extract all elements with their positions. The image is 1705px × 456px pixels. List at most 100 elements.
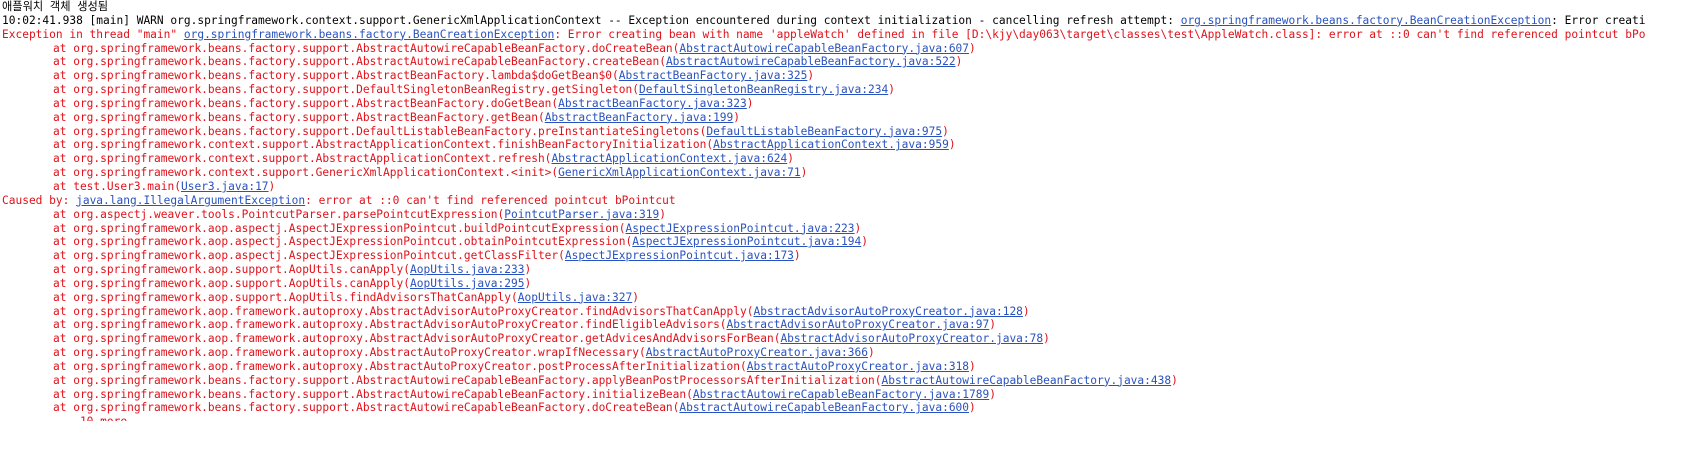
console-text: ) (989, 318, 996, 332)
console-text: ) (942, 124, 949, 138)
console-text: ) (969, 401, 976, 415)
console-text: at org.springframework.aop.framework.aut… (53, 304, 754, 318)
console-text: at org.springframework.beans.factory.sup… (53, 55, 666, 69)
stack-trace-link[interactable]: AbstractAdvisorAutoProxyCreator.java:78 (780, 332, 1043, 345)
console-text: ) (955, 55, 963, 69)
stack-trace-link[interactable]: AopUtils.java:295 (410, 277, 525, 290)
console-stderr-line: at org.springframework.aop.aspectj.Aspec… (2, 222, 1705, 236)
stack-trace-link[interactable]: GenericXmlApplicationContext.java:71 (558, 166, 800, 179)
console-text: at org.springframework.context.support.A… (53, 138, 714, 152)
console-text: ) (1022, 304, 1030, 318)
console-text: : Error creati (1551, 13, 1646, 27)
stack-trace-link[interactable]: AspectJExpressionPointcut.java:173 (565, 249, 794, 262)
console-text: at org.springframework.aop.aspectj.Aspec… (53, 235, 633, 249)
stack-trace-link[interactable]: AbstractApplicationContext.java:959 (713, 138, 949, 151)
console-text: ) (888, 83, 895, 97)
console-text: at org.springframework.aop.support.AopUt… (53, 263, 410, 277)
console-text: ) (787, 152, 794, 166)
console-stderr-line: at org.springframework.beans.factory.sup… (2, 388, 1705, 402)
console-stderr-line: at org.springframework.beans.factory.sup… (2, 401, 1705, 415)
console-text: at org.springframework.aop.framework.aut… (53, 318, 727, 332)
console-text: ) (969, 359, 976, 373)
stack-trace-link[interactable]: AspectJExpressionPointcut.java:223 (626, 222, 855, 235)
console-text: ) (1043, 332, 1050, 346)
console-text: ) (861, 235, 869, 249)
console-text: ) (807, 69, 815, 83)
console-stderr-line: at org.springframework.context.support.G… (2, 166, 1705, 180)
console-text: at org.springframework.beans.factory.sup… (53, 373, 882, 387)
console-stderr-line: at org.springframework.beans.factory.sup… (2, 97, 1705, 111)
console-text: ) (793, 249, 801, 263)
stack-trace-link[interactable]: AbstractBeanFactory.java:325 (619, 69, 808, 82)
console-stderr-line: at org.springframework.aop.framework.aut… (2, 305, 1705, 319)
console-text: at org.springframework.aop.framework.aut… (53, 359, 747, 373)
console-stderr-line: at org.aspectj.weaver.tools.PointcutPars… (2, 208, 1705, 222)
stack-trace-link[interactable]: org.springframework.beans.factory.BeanCr… (184, 28, 554, 41)
stack-trace-link[interactable]: DefaultListableBeanFactory.java:975 (706, 125, 942, 138)
console-text: at test.User3.main( (53, 179, 181, 193)
stack-trace-link[interactable]: AbstractAutowireCapableBeanFactory.java:… (693, 388, 989, 401)
console-stderr-line: at org.springframework.beans.factory.sup… (2, 83, 1705, 97)
stack-trace-link[interactable]: AopUtils.java:233 (410, 263, 525, 276)
console-text: : Error creating bean with name 'appleWa… (554, 27, 1646, 41)
console-stderr-line: at org.springframework.beans.factory.sup… (2, 374, 1705, 388)
stack-trace-link[interactable]: AbstractAdvisorAutoProxyCreator.java:97 (727, 318, 990, 331)
console-stderr-line: at org.springframework.aop.aspectj.Aspec… (2, 249, 1705, 263)
console-text: at org.springframework.aop.framework.aut… (53, 332, 781, 346)
console-text: at org.springframework.beans.factory.sup… (53, 96, 559, 110)
console-text: ) (969, 41, 976, 55)
console-text: 애플워치 객체 생성됨 (2, 0, 109, 13)
stack-trace-link[interactable]: AbstractAutoProxyCreator.java:318 (747, 360, 969, 373)
console-text: ... 10 more (53, 415, 127, 421)
stack-trace-link[interactable]: DefaultSingletonBeanRegistry.java:234 (639, 83, 888, 96)
stack-trace-link[interactable]: AbstractAutowireCapableBeanFactory.java:… (679, 42, 969, 55)
console-stdout-line: 10:02:41.938 [main] WARN org.springframe… (2, 14, 1705, 28)
console-stderr-line: at org.springframework.beans.factory.sup… (2, 55, 1705, 69)
console-text: ) (268, 179, 276, 193)
stack-trace-link[interactable]: AopUtils.java:327 (518, 291, 633, 304)
stack-trace-link[interactable]: AbstractAutowireCapableBeanFactory.java:… (666, 55, 956, 68)
stack-trace-link[interactable]: AbstractApplicationContext.java:624 (551, 152, 787, 165)
console-text: at org.springframework.beans.factory.sup… (53, 41, 680, 55)
console-text: Exception in thread "main" (2, 27, 184, 41)
console-text: at org.aspectj.weaver.tools.PointcutPars… (53, 207, 505, 221)
console-text: ) (746, 96, 754, 110)
console-text: at org.springframework.beans.factory.sup… (53, 69, 619, 83)
console-stderr-line: at org.springframework.context.support.A… (2, 138, 1705, 152)
stack-trace-link[interactable]: AspectJExpressionPointcut.java:194 (632, 235, 861, 248)
console-text: ) (659, 207, 666, 221)
console-text: at org.springframework.aop.support.AopUt… (53, 276, 410, 290)
console-text: at org.springframework.beans.factory.sup… (53, 83, 639, 97)
stack-trace-link[interactable]: PointcutParser.java:319 (504, 208, 659, 221)
console-stderr-line: at org.springframework.aop.framework.aut… (2, 318, 1705, 332)
console-stderr-line: at org.springframework.context.support.A… (2, 152, 1705, 166)
console-stderr-line: ... 10 more (2, 415, 1705, 421)
console-stderr-line: at org.springframework.aop.framework.aut… (2, 346, 1705, 360)
stack-trace-link[interactable]: AbstractBeanFactory.java:323 (558, 97, 747, 110)
console-text: ) (1171, 373, 1178, 387)
console-text: ) (733, 110, 741, 124)
console-stderr-line: at org.springframework.beans.factory.sup… (2, 111, 1705, 125)
console-stderr-line: at org.springframework.beans.factory.sup… (2, 69, 1705, 83)
console-stderr-line: Exception in thread "main" org.springfra… (2, 28, 1705, 42)
console-output[interactable]: 애플워치 객체 생성됨 10:02:41.938 [main] WARN org.… (2, 0, 1705, 456)
console-text: at org.springframework.aop.aspectj.Aspec… (53, 221, 626, 235)
console-text: at org.springframework.beans.factory.sup… (53, 110, 545, 124)
stack-trace-link[interactable]: AbstractAutoProxyCreator.java:366 (646, 346, 868, 359)
console-text: ) (868, 346, 875, 360)
console-text: ) (524, 276, 532, 290)
stack-trace-link[interactable]: AbstractAdvisorAutoProxyCreator.java:128 (754, 305, 1023, 318)
stack-trace-link[interactable]: AbstractAutowireCapableBeanFactory.java:… (881, 374, 1171, 387)
console-text: at org.springframework.beans.factory.sup… (53, 124, 707, 138)
stack-trace-link[interactable]: AbstractAutowireCapableBeanFactory.java:… (679, 401, 969, 414)
stack-trace-link[interactable]: java.lang.IllegalArgumentException (76, 194, 305, 207)
console-stderr-line: Caused by: java.lang.IllegalArgumentExce… (2, 194, 1705, 208)
console-stderr-line: at org.springframework.aop.support.AopUt… (2, 277, 1705, 291)
console-text: at org.springframework.aop.support.AopUt… (53, 290, 518, 304)
stack-trace-link[interactable]: org.springframework.beans.factory.BeanCr… (1181, 14, 1551, 27)
console-text: at org.springframework.beans.factory.sup… (53, 401, 680, 415)
console-text: 10:02:41.938 [main] WARN org.springframe… (2, 13, 1181, 27)
console-text: Caused by: (2, 193, 77, 207)
stack-trace-link[interactable]: User3.java:17 (181, 180, 269, 193)
stack-trace-link[interactable]: AbstractBeanFactory.java:199 (545, 111, 734, 124)
